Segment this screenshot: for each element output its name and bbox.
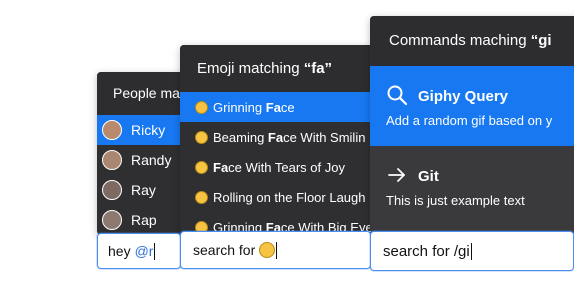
commands-header-text: Commands maching	[389, 32, 531, 49]
emoji-message-input[interactable]: search for	[180, 231, 371, 269]
mention-token: @r	[134, 243, 154, 259]
grinning-face-emoji-icon	[259, 242, 276, 258]
commands-suggestion-panel: Commands maching “gi Giphy Query Add a r…	[370, 16, 574, 233]
text-caret	[276, 241, 278, 259]
commands-header-query: “gi	[530, 32, 552, 49]
avatar	[102, 150, 122, 170]
search-icon	[387, 85, 408, 106]
command-item-git[interactable]: Git This is just example text	[370, 146, 574, 226]
emoji-item-grinning-big-eyes[interactable]: Grinning Face With Big Eye	[180, 212, 400, 233]
input-text: hey	[108, 243, 131, 259]
tears-of-joy-emoji-icon	[195, 160, 208, 174]
emoji-item-rolling-laughing[interactable]: Rolling on the Floor Laugh	[180, 182, 400, 212]
emoji-item-label: Face With Tears of Joy	[213, 159, 345, 175]
emoji-item-beaming-face[interactable]: Beaming Face With Smilin	[180, 122, 400, 152]
grinning-face-emoji-icon	[195, 100, 208, 114]
emoji-item-label: Grinning Face	[213, 99, 295, 115]
emoji-item-label: Rolling on the Floor Laugh	[213, 189, 366, 205]
commands-message-input[interactable]: search for /gi	[370, 231, 574, 271]
people-item-label: Rap	[131, 212, 157, 228]
command-title: Giphy Query	[418, 88, 509, 105]
text-caret	[470, 242, 472, 260]
emoji-header-text: Emoji matching	[197, 60, 304, 77]
people-item-label: Ricky	[131, 122, 166, 138]
avatar	[102, 120, 122, 140]
text-caret	[154, 242, 156, 260]
emoji-panel-header: Emoji matching “fa”	[180, 45, 400, 92]
people-item-label: Ray	[131, 182, 156, 198]
emoji-item-label: Beaming Face With Smilin	[213, 129, 366, 145]
command-title: Git	[418, 168, 439, 185]
commands-panel-header: Commands maching “gi	[370, 16, 574, 66]
emoji-item-tears-of-joy[interactable]: Face With Tears of Joy	[180, 152, 400, 182]
arrow-right-icon	[388, 168, 405, 182]
avatar	[102, 210, 122, 230]
avatar	[102, 180, 122, 200]
command-item-giphy-query[interactable]: Giphy Query Add a random gif based on y	[370, 66, 574, 146]
input-text: search for /gi	[383, 242, 470, 260]
people-message-input[interactable]: hey @r	[97, 233, 181, 269]
command-description: This is just example text	[386, 193, 525, 208]
rolling-laughing-emoji-icon	[195, 190, 208, 204]
emoji-suggestion-panel: Emoji matching “fa” Grinning Face Beamin…	[180, 45, 400, 233]
people-item-label: Randy	[131, 152, 172, 168]
emoji-item-grinning-face[interactable]: Grinning Face	[180, 92, 400, 122]
emoji-header-query: “fa”	[303, 60, 333, 77]
command-description: Add a random gif based on y	[386, 113, 553, 128]
beaming-face-emoji-icon	[195, 130, 208, 144]
input-text: search for	[193, 242, 256, 258]
